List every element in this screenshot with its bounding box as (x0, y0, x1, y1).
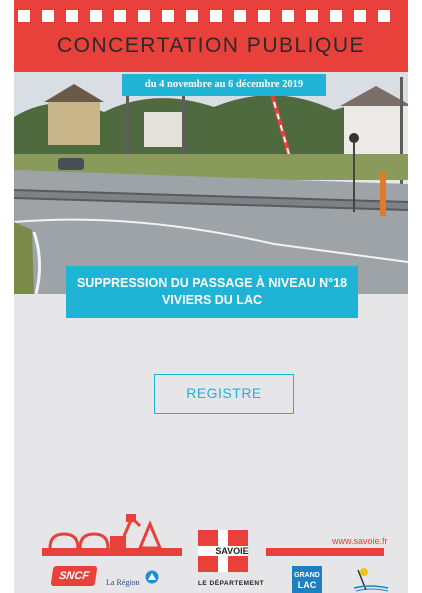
level-crossing-photo (14, 72, 408, 294)
date-range-banner: du 4 novembre au 6 décembre 2019 (122, 74, 326, 96)
header-banner: CONCERTATION PUBLIQUE (14, 0, 408, 72)
grand-lac-line1: GRAND (294, 572, 320, 579)
viviers-du-lac-logo (353, 568, 389, 592)
grand-lac-logo: GRAND LAC (292, 566, 322, 593)
departement-logo-text: LE DÉPARTEMENT (197, 580, 265, 587)
poster: CONCERTATION PUBLIQUE du 4 novembre au 6… (14, 0, 408, 593)
dashed-border (18, 10, 390, 22)
page-title: CONCERTATION PUBLIQUE (56, 34, 366, 57)
project-title-line2: VIVIERS DU LAC (161, 293, 262, 307)
region-logo-text: La Région (106, 578, 140, 587)
project-title-box: SUPPRESSION DU PASSAGE À NIVEAU N°18 VIV… (66, 266, 358, 318)
grand-lac-line2: LAC (297, 580, 317, 590)
website-link[interactable]: www.savoie.fr (332, 536, 388, 546)
project-title-line1: SUPPRESSION DU PASSAGE À NIVEAU N°18 (76, 276, 348, 290)
photo-illustration (14, 72, 408, 294)
region-icon (145, 570, 159, 584)
sncf-logo: SNCF (50, 566, 98, 586)
savoie-logo-text: SAVOIE (215, 546, 249, 556)
registre-button[interactable]: REGISTRE (154, 374, 294, 414)
